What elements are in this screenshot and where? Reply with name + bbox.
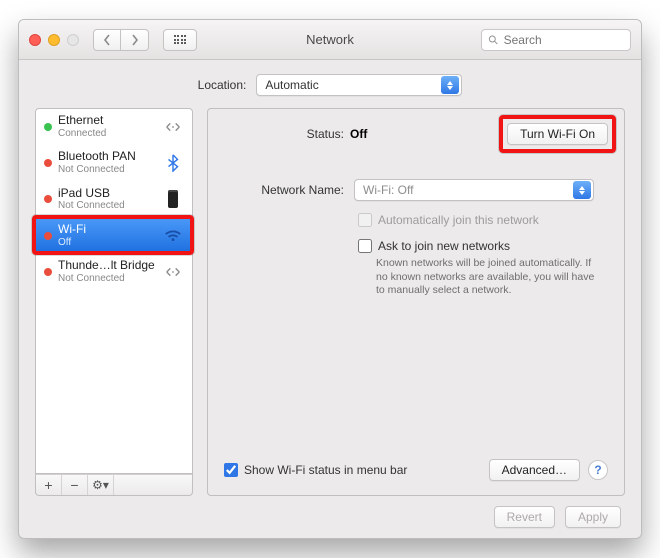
services-list[interactable]: Ethernet Connected Bluetooth PAN Not Con… [35, 108, 193, 474]
ask-join-input[interactable] [358, 239, 372, 253]
service-name: Ethernet [58, 114, 156, 128]
service-status: Off [58, 237, 156, 249]
forward-button[interactable] [121, 29, 149, 51]
remove-service-button[interactable]: − [62, 475, 88, 495]
apply-button[interactable]: Apply [565, 506, 621, 528]
show-status-input[interactable] [224, 463, 238, 477]
show-status-checkbox[interactable]: Show Wi-Fi status in menu bar [224, 463, 407, 477]
sync-icon [162, 265, 184, 279]
wifi-icon [162, 229, 184, 243]
service-name: Thunde…lt Bridge [58, 259, 156, 273]
service-name: Bluetooth PAN [58, 150, 156, 164]
sidebar-item-bluetooth-pan[interactable]: Bluetooth PAN Not Connected [36, 145, 192, 181]
location-select[interactable]: Automatic [256, 74, 462, 96]
search-input[interactable] [504, 33, 624, 47]
back-button[interactable] [93, 29, 121, 51]
sync-icon [162, 120, 184, 134]
network-name-value: Wi-Fi: Off [363, 183, 413, 197]
window-controls [29, 34, 79, 46]
auto-join-checkbox: Automatically join this network [358, 213, 539, 227]
service-status: Not Connected [58, 164, 156, 176]
service-status: Not Connected [58, 200, 156, 212]
location-value: Automatic [265, 78, 318, 92]
show-status-label: Show Wi-Fi status in menu bar [244, 463, 407, 477]
status-dot-icon [44, 159, 52, 167]
service-status: Not Connected [58, 273, 156, 285]
sidebar-item-wifi[interactable]: Wi-Fi Off [36, 218, 192, 254]
add-service-button[interactable]: + [36, 475, 62, 495]
grid-icon [174, 35, 187, 44]
footer-buttons: Revert Apply [35, 496, 625, 528]
auto-join-input [358, 213, 372, 227]
zoom-window-button[interactable] [67, 34, 79, 46]
status-value: Off [350, 127, 367, 141]
nav-buttons [93, 29, 149, 51]
service-actions-button[interactable]: ⚙︎▾ [88, 475, 114, 495]
service-name: iPad USB [58, 187, 156, 201]
location-label: Location: [198, 78, 247, 92]
services-sidebar: Ethernet Connected Bluetooth PAN Not Con… [35, 108, 193, 496]
sidebar-item-ethernet[interactable]: Ethernet Connected [36, 109, 192, 145]
turn-wifi-on-button[interactable]: Turn Wi-Fi On [507, 123, 608, 145]
search-icon [488, 34, 499, 46]
sidebar-item-ipad-usb[interactable]: iPad USB Not Connected [36, 182, 192, 218]
body: Location: Automatic Ethernet Connected [19, 60, 641, 538]
ask-join-hint: Known networks will be joined automatica… [376, 257, 598, 298]
stepper-icon [441, 76, 459, 94]
stepper-icon [573, 181, 591, 199]
show-all-button[interactable] [163, 29, 197, 51]
network-name-label: Network Name: [224, 183, 344, 197]
ask-join-checkbox[interactable]: Ask to join new networks [358, 239, 510, 253]
device-icon [162, 190, 184, 208]
location-row: Location: Automatic [35, 74, 625, 96]
status-dot-icon [44, 232, 52, 240]
status-dot-icon [44, 268, 52, 276]
network-preferences-window: Network Location: Automatic Ethernet [18, 19, 642, 539]
auto-join-label: Automatically join this network [378, 213, 539, 227]
detail-pane: Status: Off Turn Wi-Fi On Network Name: … [207, 108, 625, 496]
service-status: Connected [58, 128, 156, 140]
help-button[interactable]: ? [588, 460, 608, 480]
sidebar-footer: + − ⚙︎▾ [35, 474, 193, 496]
titlebar: Network [19, 20, 641, 60]
network-name-select[interactable]: Wi-Fi: Off [354, 179, 594, 201]
service-name: Wi-Fi [58, 223, 156, 237]
minimize-window-button[interactable] [48, 34, 60, 46]
sidebar-item-thunderbolt-bridge[interactable]: Thunde…lt Bridge Not Connected [36, 254, 192, 290]
bluetooth-icon [162, 154, 184, 172]
search-field[interactable] [481, 29, 631, 51]
close-window-button[interactable] [29, 34, 41, 46]
status-dot-icon [44, 123, 52, 131]
status-label: Status: [224, 127, 344, 141]
advanced-button[interactable]: Advanced… [489, 459, 580, 481]
status-dot-icon [44, 195, 52, 203]
ask-join-label: Ask to join new networks [378, 239, 510, 253]
revert-button[interactable]: Revert [494, 506, 555, 528]
